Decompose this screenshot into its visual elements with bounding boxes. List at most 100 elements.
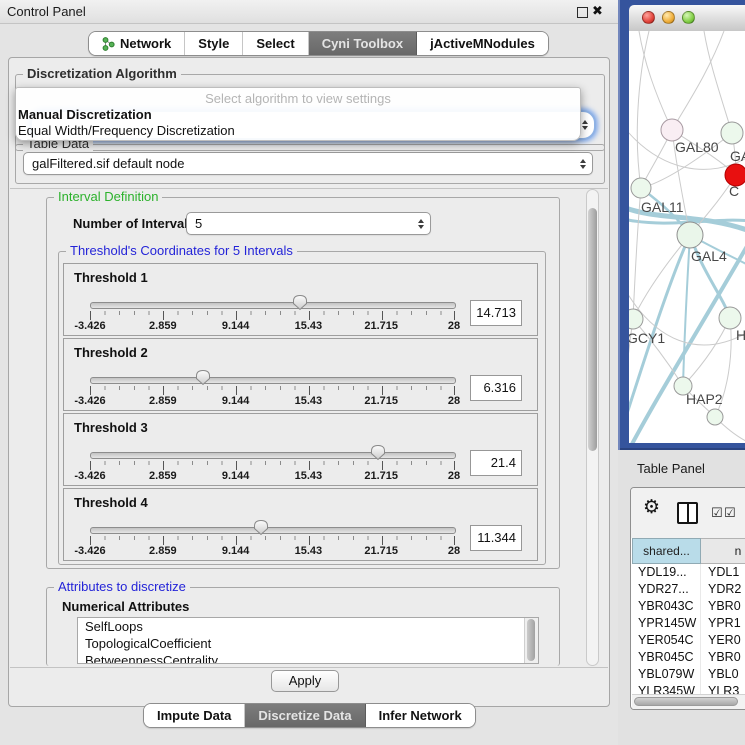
- tab-cyni-toolbox[interactable]: Cyni Toolbox: [309, 32, 417, 55]
- tab-label: Cyni Toolbox: [322, 36, 403, 51]
- tab-impute-data[interactable]: Impute Data: [144, 704, 245, 727]
- attribute-item[interactable]: TopologicalCoefficient: [78, 635, 538, 652]
- minimize-traffic-light-icon[interactable]: [662, 11, 675, 24]
- table-hscrollbar[interactable]: [632, 694, 745, 709]
- cell-shared-name[interactable]: YDL19...: [632, 564, 701, 581]
- gear-icon[interactable]: ⚙: [643, 496, 660, 519]
- threshold-slider-track[interactable]: [90, 452, 456, 459]
- cell-name[interactable]: YDL1: [701, 564, 739, 581]
- tick-label: 28: [448, 545, 460, 557]
- threshold-box: Threshold 3 -3.4262.8599.14415.4321.7152…: [63, 413, 538, 486]
- threshold-slider-track[interactable]: [90, 527, 456, 534]
- cell-name[interactable]: YBR0: [701, 598, 741, 615]
- float-window-icon[interactable]: [577, 7, 588, 18]
- tick-label: 15.43: [295, 395, 323, 407]
- tab-infer-network[interactable]: Infer Network: [366, 704, 475, 727]
- algorithm-item-manual[interactable]: Manual Discretization: [18, 107, 152, 122]
- combo-spinner-icon[interactable]: [418, 219, 424, 229]
- columns-icon[interactable]: [677, 502, 698, 524]
- column-header-shared-name[interactable]: shared...: [632, 538, 701, 564]
- table-toolbar: ⚙ ☑ ☑: [631, 488, 745, 538]
- tick-label: 9.144: [222, 395, 250, 407]
- tab-select[interactable]: Select: [243, 32, 308, 55]
- table-row[interactable]: YBR043CYBR0: [632, 598, 745, 615]
- separator: [10, 667, 608, 668]
- tab-jactivemnodules[interactable]: jActiveMNodules: [417, 32, 548, 55]
- table-row[interactable]: YDR27...YDR2: [632, 581, 745, 598]
- network-node[interactable]: [707, 409, 723, 425]
- cell-name[interactable]: YER0: [701, 632, 741, 649]
- table-hscrollbar-thumb[interactable]: [634, 697, 738, 706]
- table-row[interactable]: YBL079WYBL0: [632, 666, 745, 683]
- combo-spinner-icon[interactable]: [580, 159, 586, 169]
- cell-name[interactable]: YBR0: [701, 649, 741, 666]
- algorithm-item-equal-width[interactable]: Equal Width/Frequency Discretization: [18, 123, 235, 138]
- network-node[interactable]: [721, 122, 743, 144]
- tick-label: 2.859: [149, 395, 177, 407]
- attribute-item[interactable]: BetweennessCentrality: [78, 652, 538, 664]
- cell-name[interactable]: YDR2: [701, 581, 741, 598]
- threshold-value-field[interactable]: 6.316: [470, 375, 522, 401]
- cell-name[interactable]: YPR1: [701, 615, 741, 632]
- cell-name[interactable]: YBL0: [701, 666, 739, 683]
- tab-style[interactable]: Style: [185, 32, 243, 55]
- threshold-label: Threshold 2: [74, 345, 148, 360]
- panel-scrollbar[interactable]: [586, 189, 599, 666]
- threshold-value-field[interactable]: 11.344: [470, 525, 522, 551]
- threshold-slider-handle[interactable]: [195, 369, 211, 386]
- threshold-slider-track[interactable]: [90, 377, 456, 384]
- column-header-name[interactable]: n: [701, 538, 745, 564]
- network-node-label: GAL80: [675, 139, 719, 155]
- checkbox-icon[interactable]: ☑: [711, 505, 723, 521]
- cell-shared-name[interactable]: YER054C: [632, 632, 701, 649]
- combo-spinner-icon[interactable]: [582, 120, 588, 130]
- threshold-value-field[interactable]: 14.713: [470, 300, 522, 326]
- table-row[interactable]: YPR145WYPR1: [632, 615, 745, 632]
- network-icon: [102, 37, 115, 51]
- close-icon[interactable]: ✖: [592, 3, 603, 19]
- zoom-traffic-light-icon[interactable]: [682, 11, 695, 24]
- network-node[interactable]: [661, 119, 683, 141]
- network-window-titlebar[interactable]: [629, 5, 745, 32]
- threshold-box: Threshold 1 -3.4262.8599.14415.4321.7152…: [63, 263, 538, 336]
- tick-label: 28: [448, 395, 460, 407]
- tick-label: -3.426: [74, 395, 105, 407]
- tick-label: -3.426: [74, 470, 105, 482]
- algorithm-hint-item[interactable]: Select algorithm to view settings: [16, 91, 580, 106]
- network-node[interactable]: [677, 222, 703, 248]
- cell-shared-name[interactable]: YBL079W: [632, 666, 701, 683]
- threshold-slider-handle[interactable]: [370, 444, 386, 461]
- tab-discretize-data[interactable]: Discretize Data: [245, 704, 365, 727]
- tab-label: Infer Network: [379, 708, 462, 723]
- attribute-item[interactable]: SelfLoops: [78, 618, 538, 635]
- panel-scrollbar-thumb[interactable]: [588, 208, 597, 451]
- number-of-intervals-combobox[interactable]: 5: [186, 212, 431, 235]
- network-node[interactable]: [631, 178, 651, 198]
- tick-label: 15.43: [295, 545, 323, 557]
- attributes-group-label: Attributes to discretize: [54, 580, 190, 594]
- threshold-slider-track[interactable]: [90, 302, 456, 309]
- cell-shared-name[interactable]: YDR27...: [632, 581, 701, 598]
- table-row[interactable]: YER054CYER0: [632, 632, 745, 649]
- threshold-slider-handle[interactable]: [253, 519, 269, 536]
- tick-label: -3.426: [74, 545, 105, 557]
- list-scrollbar[interactable]: [524, 618, 538, 663]
- close-traffic-light-icon[interactable]: [642, 11, 655, 24]
- network-canvas[interactable]: GAL80GACGAL11GAL4GCY1HHAP2: [629, 31, 745, 443]
- tab-network[interactable]: Network: [89, 32, 185, 55]
- slider-ticks: [90, 461, 455, 470]
- cell-shared-name[interactable]: YPR145W: [632, 615, 701, 632]
- table-data-combobox[interactable]: galFiltered.sif default node: [23, 152, 593, 175]
- apply-button[interactable]: Apply: [271, 670, 339, 692]
- checkbox-icon[interactable]: ☑: [724, 505, 736, 521]
- table-row[interactable]: YBR045CYBR0: [632, 649, 745, 666]
- cell-shared-name[interactable]: YBR045C: [632, 649, 701, 666]
- cell-shared-name[interactable]: YBR043C: [632, 598, 701, 615]
- network-node[interactable]: [719, 307, 741, 329]
- number-of-intervals-value: 5: [195, 216, 202, 231]
- numerical-attributes-list[interactable]: SelfLoopsTopologicalCoefficientBetweenne…: [77, 617, 539, 664]
- threshold-value-field[interactable]: 21.4: [470, 450, 522, 476]
- list-scrollbar-thumb[interactable]: [527, 619, 535, 661]
- table-row[interactable]: YDL19...YDL1: [632, 564, 745, 581]
- threshold-slider-handle[interactable]: [292, 294, 308, 311]
